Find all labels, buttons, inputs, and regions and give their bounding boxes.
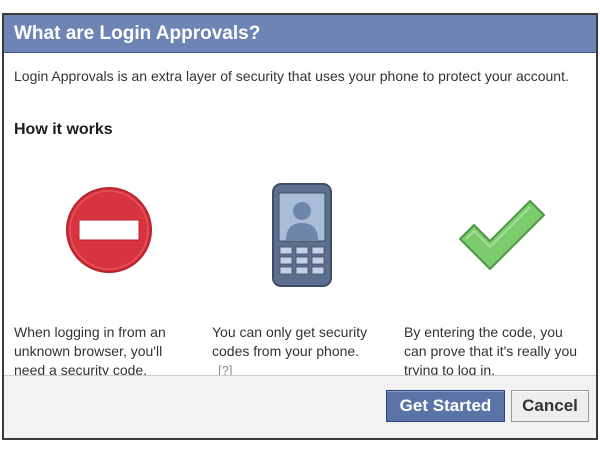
dialog-titlebar: What are Login Approvals? [4, 15, 596, 53]
step-browser-caption: When logging in from an unknown browser,… [14, 323, 194, 380]
step-phone-caption: You can only get security codes from you… [212, 323, 392, 380]
no-entry-icon [66, 187, 152, 273]
checkmark-icon [459, 200, 545, 270]
mobile-phone-icon [272, 183, 332, 287]
cancel-button[interactable]: Cancel [511, 390, 589, 422]
how-it-works-heading: How it works [14, 121, 113, 138]
step-code-text: By entering the code, you can prove that… [404, 324, 578, 378]
dialog-title: What are Login Approvals? [14, 22, 261, 44]
get-started-button[interactable]: Get Started [386, 390, 505, 422]
intro-text: Login Approvals is an extra layer of sec… [14, 68, 569, 84]
step-phone-text: You can only get security codes from you… [212, 324, 368, 359]
login-approvals-dialog: What are Login Approvals? Login Approval… [2, 13, 598, 440]
dialog-footer: Get Started Cancel [4, 375, 596, 438]
step-browser-text: When logging in from an unknown browser,… [14, 324, 166, 378]
step-code-caption: By entering the code, you can prove that… [404, 323, 589, 380]
